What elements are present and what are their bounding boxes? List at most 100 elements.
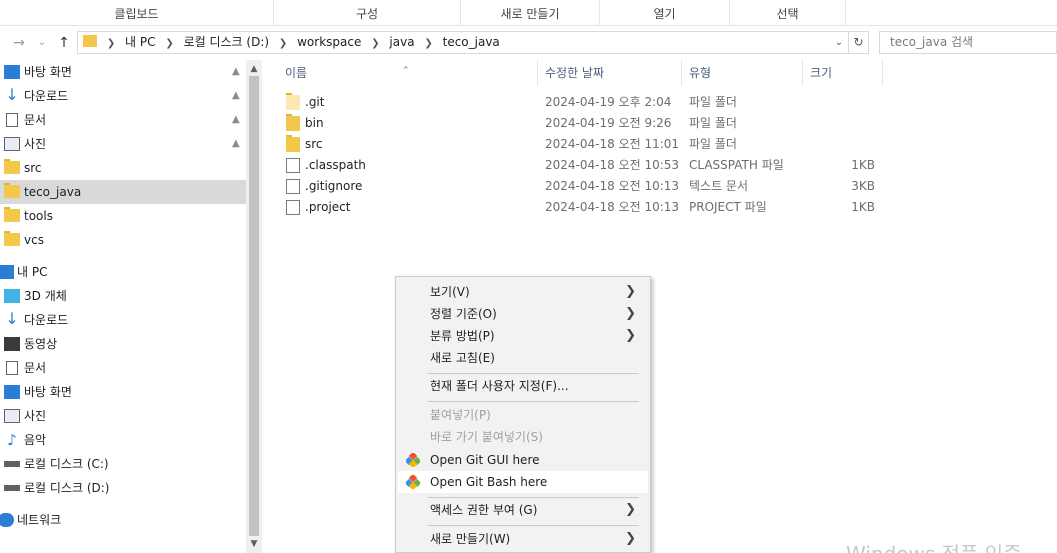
- table-row[interactable]: src 2024-04-18 오전 11:01 파일 폴더: [278, 134, 878, 155]
- column-header-type[interactable]: 유형: [682, 60, 803, 86]
- address-history-icon[interactable]: ⌄: [832, 32, 846, 53]
- file-modified: 2024-04-18 오전 10:53: [545, 158, 680, 172]
- file-name: .gitignore: [305, 179, 363, 193]
- ribbon-group-organize: 구성: [274, 0, 461, 25]
- menu-item-sort-by[interactable]: 정렬 기준(O) ❯: [398, 303, 648, 325]
- scrollbar-thumb[interactable]: [249, 76, 259, 536]
- table-row[interactable]: .classpath 2024-04-18 오전 10:53 CLASSPATH…: [278, 155, 878, 176]
- file-icon: [286, 200, 300, 215]
- nav-item-downloads[interactable]: ↓ 다운로드 ▲: [0, 84, 246, 108]
- menu-item-label: 정렬 기준(O): [430, 307, 497, 321]
- nav-item-pc-downloads[interactable]: ↓ 다운로드: [0, 308, 246, 332]
- breadcrumb-workspace[interactable]: workspace: [297, 35, 361, 49]
- download-icon: ↓: [5, 85, 19, 104]
- folder-icon: [286, 137, 300, 152]
- left-arrow-icon[interactable]: →: [8, 29, 30, 57]
- nav-item-tools[interactable]: tools: [0, 204, 246, 228]
- menu-item-customize-folder[interactable]: 현재 폴더 사용자 지정(F)...: [398, 375, 648, 397]
- breadcrumb-drive-d[interactable]: 로컬 디스크 (D:): [184, 35, 269, 49]
- file-size: 1KB: [851, 158, 875, 172]
- column-header-size[interactable]: 크기: [803, 60, 883, 86]
- drive-icon: [4, 485, 20, 491]
- chevron-right-icon[interactable]: ❯: [279, 38, 287, 49]
- nav-item-label: 내 PC: [17, 265, 48, 279]
- nav-item-pictures[interactable]: 사진 ▲: [0, 132, 246, 156]
- chevron-right-icon[interactable]: ❯: [371, 38, 379, 49]
- menu-separator: [428, 525, 639, 526]
- file-modified: 2024-04-19 오후 2:04: [545, 95, 672, 109]
- nav-item-src[interactable]: src: [0, 156, 246, 180]
- menu-item-view[interactable]: 보기(V) ❯: [398, 281, 648, 303]
- refresh-icon[interactable]: ↻: [848, 32, 868, 53]
- nav-item-3d-objects[interactable]: 3D 개체: [0, 284, 246, 308]
- table-row[interactable]: .gitignore 2024-04-18 오전 10:13 텍스트 문서 3K…: [278, 176, 878, 197]
- address-bar[interactable]: ❯ 내 PC ❯ 로컬 디스크 (D:) ❯ workspace ❯ java …: [77, 31, 869, 54]
- nav-item-teco-java[interactable]: teco_java: [0, 180, 246, 204]
- nav-item-documents[interactable]: 문서 ▲: [0, 108, 246, 132]
- nav-item-label: 로컬 디스크 (C:): [24, 457, 109, 471]
- menu-item-label: Open Git GUI here: [430, 453, 540, 467]
- folder-icon: [286, 116, 300, 131]
- menu-item-label: 액세스 권한 부여 (G): [430, 503, 538, 517]
- nav-item-label: 다운로드: [24, 89, 69, 103]
- pin-icon[interactable]: ▲: [232, 108, 240, 132]
- nav-scrollbar[interactable]: ▲ ▼: [246, 60, 262, 553]
- file-name: src: [305, 137, 323, 151]
- nav-item-network[interactable]: 네트워크: [0, 508, 246, 532]
- table-row[interactable]: .git 2024-04-19 오후 2:04 파일 폴더: [278, 92, 878, 113]
- chevron-right-icon[interactable]: ❯: [165, 38, 173, 49]
- column-header-modified[interactable]: 수정한 날짜: [538, 60, 682, 86]
- nav-item-pc-desktop[interactable]: 바탕 화면: [0, 380, 246, 404]
- menu-item-label: 보기(V): [430, 285, 470, 299]
- pin-icon[interactable]: ▲: [232, 60, 240, 84]
- nav-item-label: 문서: [24, 361, 47, 375]
- menu-item-refresh[interactable]: 새로 고침(E): [398, 347, 648, 369]
- scroll-down-icon[interactable]: ▼: [246, 537, 262, 551]
- file-type: 파일 폴더: [689, 116, 737, 130]
- sort-ascending-icon: ⌃: [402, 66, 410, 76]
- up-arrow-icon[interactable]: ↑: [54, 29, 74, 57]
- search-input[interactable]: teco_java 검색: [879, 31, 1057, 54]
- drive-icon: [4, 461, 20, 467]
- menu-item-give-access[interactable]: 액세스 권한 부여 (G) ❯: [398, 499, 648, 521]
- nav-item-vcs[interactable]: vcs: [0, 228, 246, 252]
- menu-item-git-bash[interactable]: Open Git Bash here: [398, 471, 648, 493]
- chevron-right-icon[interactable]: ❯: [107, 38, 115, 49]
- nav-item-desktop[interactable]: 바탕 화면 ▲: [0, 60, 246, 84]
- nav-item-music[interactable]: ♪ 음악: [0, 428, 246, 452]
- chevron-right-icon: ❯: [625, 284, 636, 299]
- pictures-icon: [4, 409, 20, 423]
- pin-icon[interactable]: ▲: [232, 84, 240, 108]
- pin-icon[interactable]: ▲: [232, 132, 240, 156]
- nav-item-drive-c[interactable]: 로컬 디스크 (C:): [0, 452, 246, 476]
- chevron-down-icon[interactable]: ⌄: [34, 29, 50, 57]
- breadcrumb-teco-java[interactable]: teco_java: [443, 35, 500, 49]
- breadcrumb-java[interactable]: java: [389, 35, 414, 49]
- ribbon-group-clipboard: 클립보드: [0, 0, 274, 25]
- nav-item-label: tools: [24, 209, 53, 223]
- nav-item-pc-pictures[interactable]: 사진: [0, 404, 246, 428]
- nav-item-videos[interactable]: 동영상: [0, 332, 246, 356]
- file-modified: 2024-04-18 오전 10:13: [545, 179, 680, 193]
- video-icon: [4, 337, 20, 351]
- table-row[interactable]: .project 2024-04-18 오전 10:13 PROJECT 파일 …: [278, 197, 878, 218]
- nav-item-label: 다운로드: [24, 313, 69, 327]
- file-type: 파일 폴더: [689, 95, 737, 109]
- table-row[interactable]: bin 2024-04-19 오전 9:26 파일 폴더: [278, 113, 878, 134]
- menu-item-new[interactable]: 새로 만들기(W) ❯: [398, 528, 648, 550]
- folder-icon: [4, 185, 20, 198]
- breadcrumb-this-pc[interactable]: 내 PC: [125, 35, 155, 49]
- file-size: 3KB: [851, 179, 875, 193]
- chevron-right-icon[interactable]: ❯: [424, 38, 432, 49]
- scroll-up-icon[interactable]: ▲: [246, 62, 262, 76]
- file-name: .classpath: [305, 158, 366, 172]
- menu-item-paste: 붙여넣기(P): [430, 408, 491, 422]
- menu-item-label: Open Git Bash here: [430, 475, 548, 489]
- column-header-name[interactable]: 이름 ⌃: [278, 60, 538, 86]
- nav-item-this-pc[interactable]: 내 PC: [0, 260, 246, 284]
- menu-item-group-by[interactable]: 분류 방법(P) ❯: [398, 325, 648, 347]
- menu-item-git-gui[interactable]: Open Git GUI here: [398, 449, 648, 471]
- navigation-pane: 바탕 화면 ▲ ↓ 다운로드 ▲ 문서 ▲ 사진 ▲ src teco_java…: [0, 60, 262, 553]
- nav-item-drive-d[interactable]: 로컬 디스크 (D:): [0, 476, 246, 500]
- nav-item-pc-documents[interactable]: 문서: [0, 356, 246, 380]
